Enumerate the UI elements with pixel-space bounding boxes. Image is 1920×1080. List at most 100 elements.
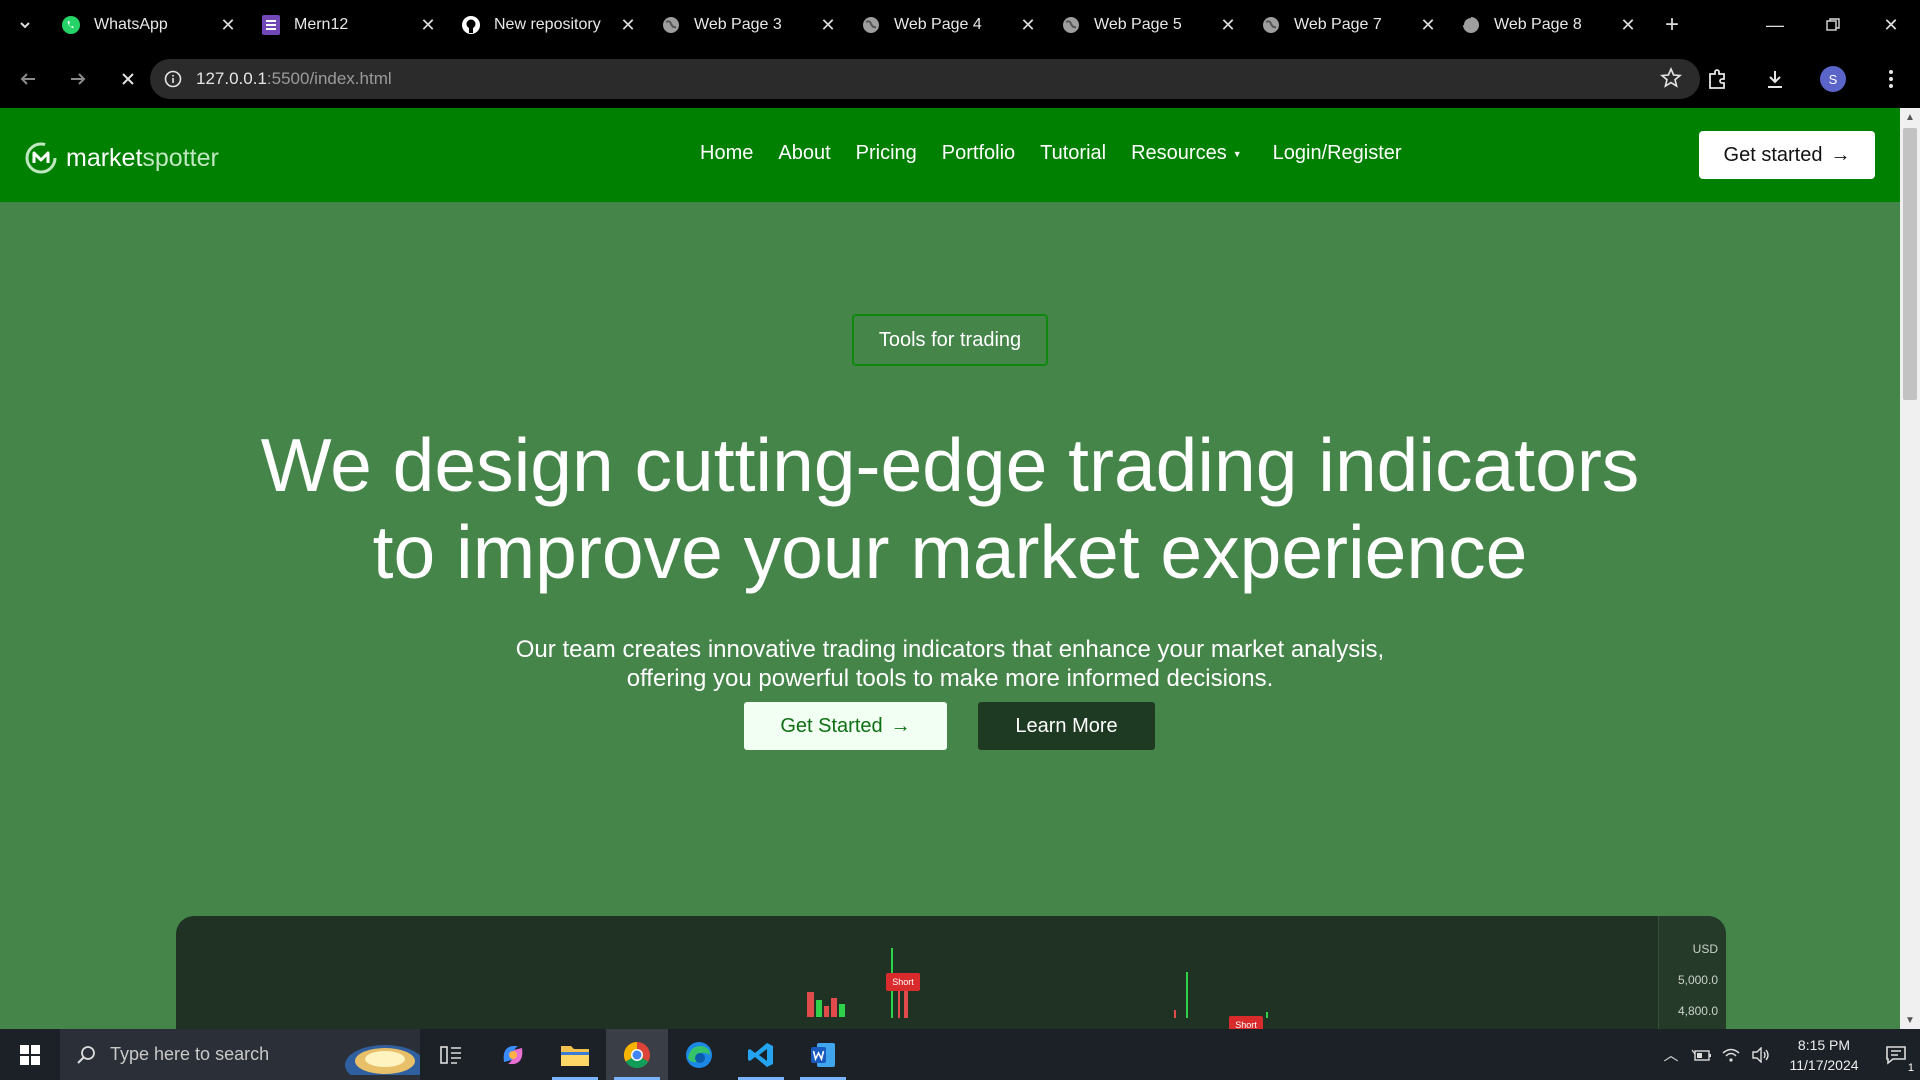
url-path: :5500/index.html — [266, 69, 392, 88]
close-tab-icon[interactable]: ✕ — [218, 15, 238, 35]
taskbar-search-box[interactable]: Type here to search — [60, 1029, 420, 1080]
close-tab-icon[interactable]: ✕ — [1618, 15, 1638, 35]
tab-mern12[interactable]: Mern12 ✕ — [250, 0, 450, 50]
task-view-icon — [440, 1045, 461, 1064]
start-button[interactable] — [0, 1029, 60, 1080]
tab-title: Web Page 4 — [894, 16, 982, 33]
edge-icon — [686, 1041, 712, 1068]
scroll-up-icon[interactable]: ▲ — [1900, 108, 1920, 126]
tab-web-page-5[interactable]: Web Page 5 ✕ — [1050, 0, 1250, 50]
tab-search-button[interactable] — [0, 0, 50, 50]
tab-title: Web Page 7 — [1294, 16, 1382, 33]
nav-portfolio[interactable]: Portfolio — [942, 142, 1015, 165]
close-window-icon[interactable]: ✕ — [1862, 0, 1920, 50]
tab-web-page-4[interactable]: Web Page 4 ✕ — [850, 0, 1050, 50]
avatar: S — [1820, 66, 1846, 92]
new-tab-button[interactable]: + — [1650, 0, 1694, 50]
wifi-icon[interactable] — [1716, 1029, 1746, 1080]
tab-web-page-8[interactable]: Web Page 8 ✕ — [1450, 0, 1650, 50]
minimize-icon[interactable]: — — [1746, 0, 1804, 50]
windows-logo-icon — [20, 1044, 40, 1065]
get-started-header-button[interactable]: Get started → — [1699, 131, 1875, 179]
tab-title: New repository — [494, 16, 601, 33]
close-tab-icon[interactable]: ✕ — [818, 15, 838, 35]
tab-title: WhatsApp — [94, 16, 168, 33]
tab-new-repository[interactable]: New repository ✕ — [450, 0, 650, 50]
arrow-right-icon: → — [1830, 143, 1851, 166]
short-signal-label: Short — [1229, 1016, 1263, 1029]
volume-icon[interactable] — [1746, 1029, 1776, 1080]
profile-button[interactable]: S — [1804, 50, 1862, 108]
tab-web-page-7[interactable]: Web Page 7 ✕ — [1250, 0, 1450, 50]
file-explorer-app[interactable] — [544, 1029, 606, 1080]
price-tick: 4,800.0 — [1677, 1004, 1718, 1018]
chrome-app[interactable] — [606, 1029, 668, 1080]
nav-home[interactable]: Home — [700, 142, 753, 165]
downloads-button[interactable] — [1746, 50, 1804, 108]
windows-taskbar: Type here to search ︿ 8:15 PM 11/17/2024… — [0, 1029, 1920, 1080]
page-viewport: marketspotter Home About Pricing Portfol… — [0, 108, 1920, 1029]
close-tab-icon[interactable]: ✕ — [1018, 15, 1038, 35]
page-scrollbar[interactable]: ▲ ▼ — [1900, 108, 1920, 1029]
close-tab-icon[interactable]: ✕ — [1218, 15, 1238, 35]
logo-bold: market — [66, 143, 143, 172]
vscode-app[interactable] — [730, 1029, 792, 1080]
nav-login-register[interactable]: Login/Register — [1273, 142, 1402, 165]
address-bar[interactable]: 127.0.0.1:5500/index.html — [150, 59, 1700, 99]
headline-line-1: We design cutting-edge trading indicator… — [260, 423, 1640, 507]
subtitle-line-2: offering you powerful tools to make more… — [626, 665, 1274, 692]
learn-more-button[interactable]: Learn More — [978, 702, 1155, 750]
close-tab-icon[interactable]: ✕ — [418, 15, 438, 35]
get-started-header-label: Get started — [1723, 143, 1823, 166]
tab-title: Web Page 8 — [1494, 16, 1582, 33]
nav-about[interactable]: About — [778, 142, 830, 165]
forms-icon — [260, 14, 282, 36]
task-view-button[interactable] — [420, 1029, 482, 1080]
hero-headline: We design cutting-edge trading indicator… — [0, 422, 1900, 596]
marketspotter-logo-icon — [25, 142, 57, 174]
battery-icon[interactable] — [1686, 1029, 1716, 1080]
globe-icon — [1060, 14, 1082, 36]
chrome-icon — [623, 1041, 650, 1068]
info-icon[interactable] — [164, 70, 182, 88]
candle-bar — [816, 1000, 822, 1017]
scrollbar-thumb[interactable] — [1903, 128, 1917, 400]
word-app[interactable] — [792, 1029, 854, 1080]
forward-button[interactable] — [56, 57, 100, 101]
close-tab-icon[interactable]: ✕ — [1418, 15, 1438, 35]
folder-icon — [561, 1045, 589, 1066]
window-controls: — ✕ — [1746, 0, 1920, 50]
copilot-app[interactable] — [482, 1029, 544, 1080]
tools-badge: Tools for trading — [852, 314, 1048, 366]
tab-web-page-3[interactable]: Web Page 3 ✕ — [650, 0, 850, 50]
get-started-button[interactable]: Get Started → — [744, 702, 947, 750]
site-logo[interactable]: marketspotter — [24, 141, 219, 175]
globe-icon — [860, 14, 882, 36]
close-icon — [122, 73, 134, 85]
close-tab-icon[interactable]: ✕ — [618, 15, 638, 35]
system-clock[interactable]: 8:15 PM 11/17/2024 — [1776, 1035, 1872, 1075]
nav-tutorial[interactable]: Tutorial — [1040, 142, 1106, 165]
scroll-down-icon[interactable]: ▼ — [1900, 1011, 1920, 1029]
show-hidden-icons-icon[interactable]: ︿ — [1656, 1029, 1686, 1080]
tab-whatsapp[interactable]: WhatsApp ✕ — [50, 0, 250, 50]
bookmark-star-icon[interactable] — [1660, 67, 1682, 89]
candle-bar — [807, 992, 814, 1017]
edge-app[interactable] — [668, 1029, 730, 1080]
candle-bar — [831, 998, 837, 1017]
candle-bar — [824, 1006, 829, 1017]
restore-icon[interactable] — [1804, 0, 1862, 50]
back-button[interactable] — [6, 57, 50, 101]
toolbar-actions: S — [1688, 50, 1920, 108]
extensions-button[interactable] — [1688, 50, 1746, 108]
notification-center-button[interactable]: 1 — [1872, 1029, 1920, 1080]
stop-loading-button[interactable] — [106, 57, 150, 101]
tab-title: Web Page 5 — [1094, 16, 1182, 33]
clock-time: 8:15 PM — [1797, 1036, 1851, 1053]
arrow-left-icon — [20, 73, 35, 85]
nav-pricing[interactable]: Pricing — [856, 142, 917, 165]
globe-icon — [660, 14, 682, 36]
arrow-right-icon: → — [890, 714, 911, 737]
browser-menu-button[interactable] — [1862, 50, 1920, 108]
nav-resources-dropdown[interactable]: Resources ▼ — [1131, 142, 1248, 165]
